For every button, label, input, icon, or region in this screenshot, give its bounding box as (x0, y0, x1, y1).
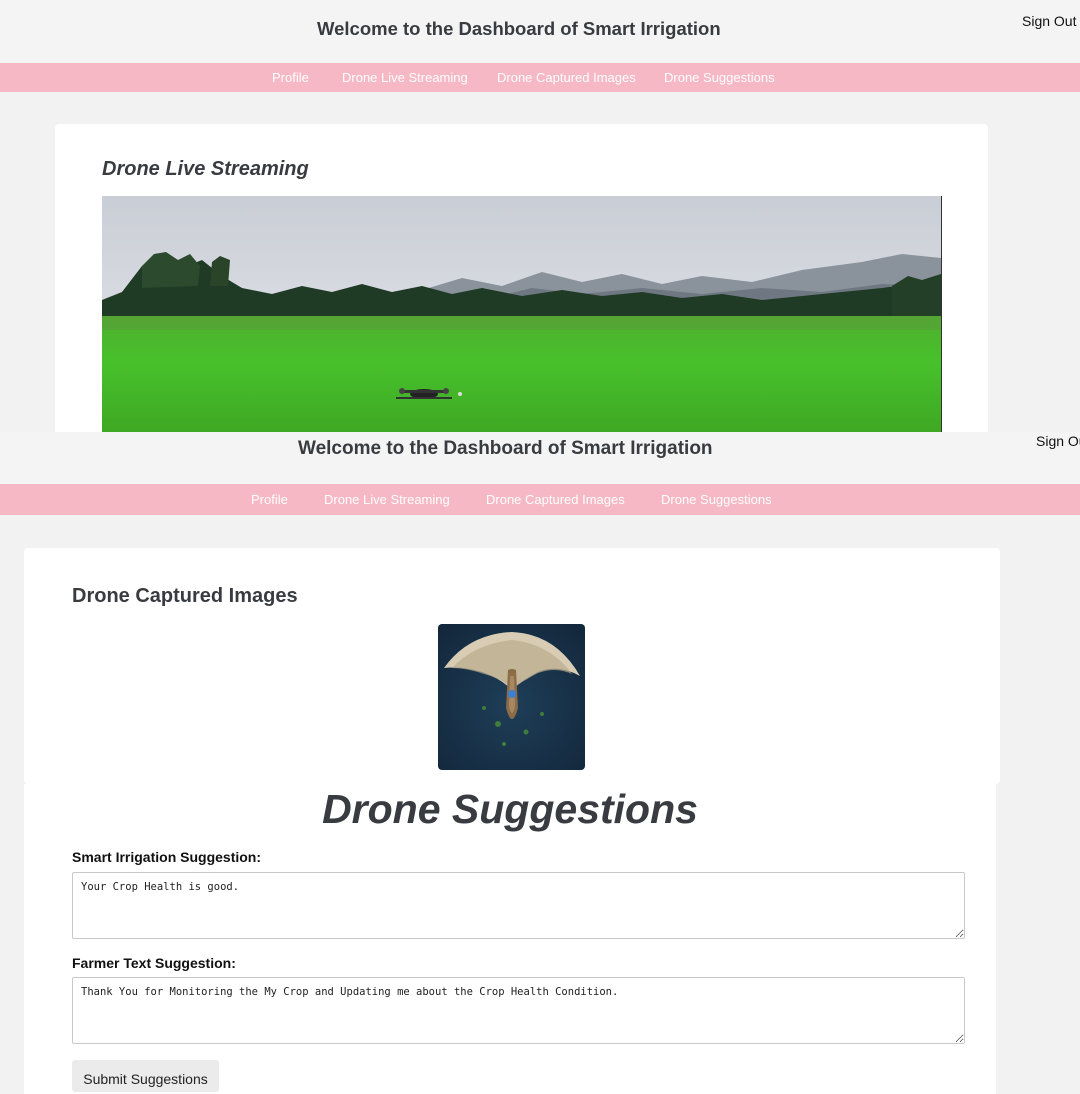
live-streaming-title: Drone Live Streaming (102, 158, 309, 180)
captured-images-title: Drone Captured Images (72, 585, 298, 607)
main-nav-repeat: Profile Drone Live Streaming Drone Captu… (0, 484, 1080, 515)
irrigation-suggestion-label: Smart Irrigation Suggestion: (72, 849, 262, 865)
top-header: Welcome to the Dashboard of Smart Irriga… (0, 0, 1080, 62)
nav-profile[interactable]: Profile (272, 70, 309, 85)
sign-out-link-repeat[interactable]: Sign Out (1036, 433, 1080, 449)
page-title-repeat: Welcome to the Dashboard of Smart Irriga… (298, 438, 713, 459)
nav-drone-suggestions[interactable]: Drone Suggestions (661, 492, 772, 507)
farmer-suggestion-textarea[interactable]: Thank You for Monitoring the My Crop and… (72, 977, 965, 1044)
drone-live-video[interactable] (102, 196, 942, 432)
nav-drone-captured-images[interactable]: Drone Captured Images (486, 492, 625, 507)
irrigation-suggestion-textarea[interactable]: Your Crop Health is good. (72, 872, 965, 939)
second-header: Welcome to the Dashboard of Smart Irriga… (0, 432, 1080, 484)
page-title: Welcome to the Dashboard of Smart Irriga… (317, 18, 721, 39)
main-nav: Profile Drone Live Streaming Drone Captu… (0, 63, 1080, 92)
nav-drone-suggestions[interactable]: Drone Suggestions (664, 70, 775, 85)
nav-drone-captured-images[interactable]: Drone Captured Images (497, 70, 636, 85)
captured-image-thumbnail[interactable] (438, 624, 585, 770)
field-landscape-image (102, 196, 941, 432)
farmer-suggestion-label: Farmer Text Suggestion: (72, 955, 236, 971)
nav-drone-live-streaming[interactable]: Drone Live Streaming (324, 492, 450, 507)
nav-drone-live-streaming[interactable]: Drone Live Streaming (342, 70, 468, 85)
aerial-boat-image (438, 624, 585, 770)
submit-suggestions-button[interactable]: Submit Suggestions (72, 1060, 219, 1092)
nav-profile[interactable]: Profile (251, 492, 288, 507)
suggestions-title: Drone Suggestions (322, 786, 698, 832)
sign-out-link[interactable]: Sign Out (1022, 13, 1076, 29)
